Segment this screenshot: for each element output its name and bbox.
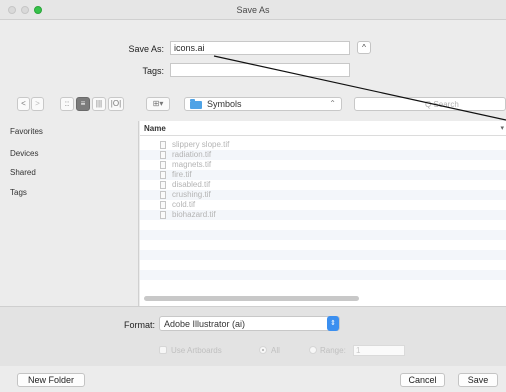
- save-as-dialog: Save As Save As: icons.ai ^ Tags: < > ::…: [0, 0, 506, 392]
- annotation-line: [213, 55, 506, 121]
